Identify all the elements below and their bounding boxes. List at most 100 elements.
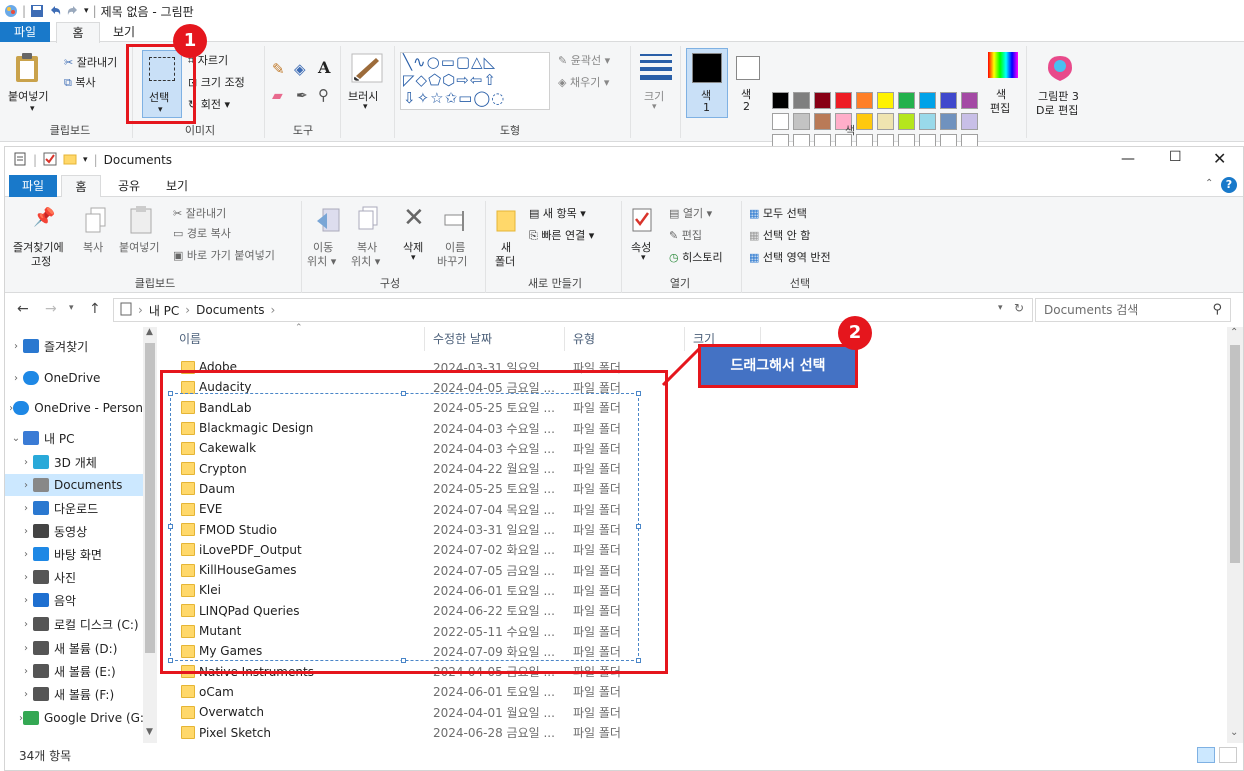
cut-button[interactable]: ✂ 잘라내기: [64, 54, 117, 70]
expand-chevron-icon[interactable]: ›: [19, 503, 33, 514]
nav-item[interactable]: › 바탕 화면: [5, 543, 143, 565]
paint-tab-file[interactable]: 파일: [0, 22, 50, 42]
paste-label[interactable]: 붙여넣기: [119, 239, 159, 255]
palette-swatch[interactable]: [877, 92, 894, 109]
paste-icon[interactable]: [14, 52, 40, 87]
eraser-icon[interactable]: ▰: [272, 88, 283, 104]
delete-icon[interactable]: ✕: [403, 203, 425, 233]
open-button[interactable]: ▤ 열기 ▾: [669, 205, 712, 221]
list-scroll-up-icon[interactable]: ⌃: [1230, 327, 1238, 338]
copy-path-button[interactable]: ▭ 경로 복사: [173, 225, 231, 241]
properties-dropdown-icon[interactable]: ▾: [641, 253, 646, 263]
color-picker-icon[interactable]: ✒: [296, 88, 308, 104]
palette-swatch[interactable]: [793, 92, 810, 109]
undo-icon[interactable]: [48, 4, 62, 18]
select-all-button[interactable]: ▦ 모두 선택: [749, 205, 807, 221]
up-arrow-icon[interactable]: ↑: [89, 301, 101, 317]
paint-tab-view[interactable]: 보기: [104, 22, 144, 42]
search-input[interactable]: Documents 검색 ⚲: [1035, 298, 1231, 322]
paint3d-label-2[interactable]: D로 편집: [1036, 102, 1078, 118]
nav-item[interactable]: › Google Drive (G:): [5, 707, 143, 729]
cut-button[interactable]: ✂ 잘라내기: [173, 205, 226, 221]
file-row[interactable]: oCam 2024-06-01 토요일 ... 파일 폴더: [159, 682, 679, 702]
paint3d-icon[interactable]: [1046, 54, 1074, 85]
copy-label[interactable]: 복사: [83, 239, 103, 255]
address-box[interactable]: › 내 PC › Documents › ▾ ↻: [113, 298, 1033, 322]
fill-button[interactable]: ◈ 채우기 ▾: [558, 74, 609, 90]
new-item-button[interactable]: ▤ 새 항목 ▾: [529, 205, 586, 221]
rename-icon[interactable]: [443, 209, 469, 236]
palette-swatch[interactable]: [793, 113, 810, 130]
redo-icon[interactable]: [66, 4, 80, 18]
rename-label-2[interactable]: 바꾸기: [437, 253, 467, 269]
expand-chevron-icon[interactable]: ›: [19, 526, 33, 537]
properties-qa-icon[interactable]: [43, 152, 57, 169]
palette-swatch[interactable]: [961, 92, 978, 109]
color2-button[interactable]: 색 2: [730, 48, 766, 118]
nav-item[interactable]: › 동영상: [5, 520, 143, 542]
paint-tab-home[interactable]: 홈: [56, 22, 100, 43]
expand-chevron-icon[interactable]: ›: [19, 666, 33, 677]
delete-dropdown-icon[interactable]: ▾: [411, 253, 416, 263]
nav-item[interactable]: › 다운로드: [5, 497, 143, 519]
explorer-tab-share[interactable]: 공유: [109, 175, 149, 197]
palette-swatch[interactable]: [835, 92, 852, 109]
edit-colors-icon[interactable]: [988, 52, 1018, 78]
nav-item[interactable]: › OneDrive - Person: [5, 397, 143, 419]
nav-item[interactable]: › 즐겨찾기: [5, 335, 143, 357]
column-modified[interactable]: 수정한 날짜: [425, 327, 565, 351]
nav-item[interactable]: › Documents: [5, 474, 143, 496]
edit-button[interactable]: ✎ 편집: [669, 227, 702, 243]
expand-chevron-icon[interactable]: ›: [19, 643, 33, 654]
edit-colors-label-2[interactable]: 편집: [990, 100, 1010, 116]
shapes-gallery[interactable]: ╲∿○▭▢△◺ ◸◇⬠⬡⇨⇦⇧ ⇩✧☆✩▭◯◌: [400, 52, 550, 110]
new-folder-label-2[interactable]: 폴더: [495, 253, 515, 269]
nav-scroll-thumb[interactable]: [145, 343, 155, 653]
color1-button[interactable]: 색 1: [686, 48, 728, 118]
file-row[interactable]: Pixel Sketch 2024-06-28 금요일 ... 파일 폴더: [159, 722, 679, 742]
history-button[interactable]: ◷ 히스토리: [669, 249, 723, 265]
properties-icon[interactable]: [631, 207, 653, 236]
palette-swatch[interactable]: [814, 92, 831, 109]
collapse-ribbon-icon[interactable]: ⌃: [1205, 178, 1213, 189]
copy-large-icon[interactable]: [85, 207, 107, 238]
expand-chevron-icon[interactable]: ›: [19, 619, 33, 630]
address-dropdown-icon[interactable]: ▾: [998, 303, 1003, 313]
nav-scrollbar[interactable]: ▲ ▼: [143, 327, 157, 743]
file-row[interactable]: Overwatch 2024-04-01 월요일 ... 파일 폴더: [159, 702, 679, 722]
paste-button[interactable]: 붙여넣기: [8, 88, 48, 104]
palette-swatch[interactable]: [961, 113, 978, 130]
save-icon[interactable]: [30, 4, 44, 18]
select-none-button[interactable]: ▦ 선택 안 함: [749, 227, 810, 243]
size-icon[interactable]: [640, 54, 672, 80]
outline-button[interactable]: ✎ 윤곽선 ▾: [558, 52, 610, 68]
maximize-icon[interactable]: ☐: [1169, 149, 1182, 165]
close-icon[interactable]: ✕: [1213, 149, 1226, 168]
expand-chevron-icon[interactable]: ›: [9, 341, 23, 352]
folder-qa-icon[interactable]: [63, 152, 77, 169]
explorer-tab-view[interactable]: 보기: [157, 175, 197, 197]
nav-item[interactable]: › 새 볼륨 (F:): [5, 683, 143, 705]
palette-swatch[interactable]: [919, 113, 936, 130]
copy-to-icon[interactable]: [355, 205, 381, 236]
nav-scroll-down-icon[interactable]: ▼: [146, 727, 153, 737]
magnifier-icon[interactable]: ⚲: [318, 86, 329, 104]
list-scrollbar[interactable]: ⌃ ⌄: [1227, 327, 1243, 743]
list-scroll-down-icon[interactable]: ⌄: [1230, 727, 1238, 738]
expand-chevron-icon[interactable]: ›: [9, 373, 23, 384]
brushes-dropdown-icon[interactable]: ▾: [363, 102, 368, 112]
pencil-icon[interactable]: ✎: [272, 60, 285, 78]
forward-arrow-icon[interactable]: →: [45, 301, 57, 317]
paste-shortcut-button[interactable]: ▣ 바로 가기 붙여넣기: [173, 247, 275, 263]
size-dropdown-icon[interactable]: ▾: [652, 102, 657, 112]
expand-chevron-icon[interactable]: ›: [19, 689, 33, 700]
fill-bucket-icon[interactable]: ◈: [294, 60, 306, 78]
qa-dropdown-icon[interactable]: ▾: [83, 155, 88, 165]
recent-locations-icon[interactable]: ▾: [69, 303, 74, 313]
new-folder-icon[interactable]: [495, 207, 517, 236]
resize-button[interactable]: ⊡ 크기 조정: [188, 74, 245, 90]
palette-swatch[interactable]: [772, 92, 789, 109]
palette-swatch[interactable]: [772, 113, 789, 130]
large-icons-view-icon[interactable]: [1219, 747, 1237, 763]
explorer-tab-file[interactable]: 파일: [9, 175, 57, 197]
